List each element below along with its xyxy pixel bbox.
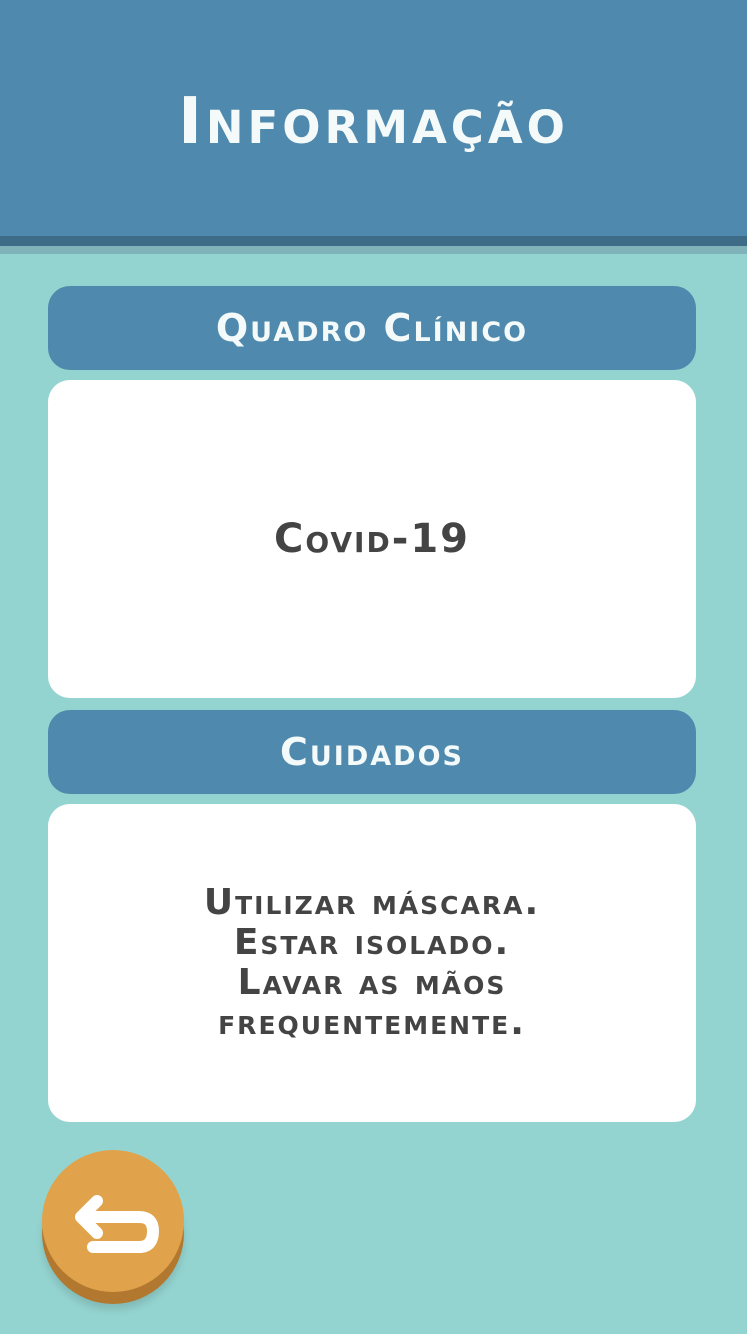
care-line: Lavar as mãos bbox=[237, 962, 507, 1003]
page-title: Informação bbox=[178, 85, 569, 159]
back-arrow-icon bbox=[75, 1195, 159, 1253]
clinical-text: Covid-19 bbox=[273, 516, 470, 562]
section-title-clinical: Quadro Clínico bbox=[215, 306, 529, 350]
back-button[interactable] bbox=[42, 1150, 184, 1292]
care-line: Estar isolado. bbox=[233, 922, 511, 963]
care-text: Utilizar máscara. Estar isolado. Lavar a… bbox=[204, 883, 540, 1043]
header-bar: Informação bbox=[0, 0, 747, 246]
section-header-care: Cuidados bbox=[48, 710, 696, 794]
section-title-care: Cuidados bbox=[280, 730, 464, 774]
clinical-card: Covid-19 bbox=[48, 380, 696, 698]
care-line: Utilizar máscara. bbox=[203, 882, 541, 923]
care-card: Utilizar máscara. Estar isolado. Lavar a… bbox=[48, 804, 696, 1122]
section-header-clinical: Quadro Clínico bbox=[48, 286, 696, 370]
care-line: frequentemente. bbox=[218, 1002, 526, 1043]
